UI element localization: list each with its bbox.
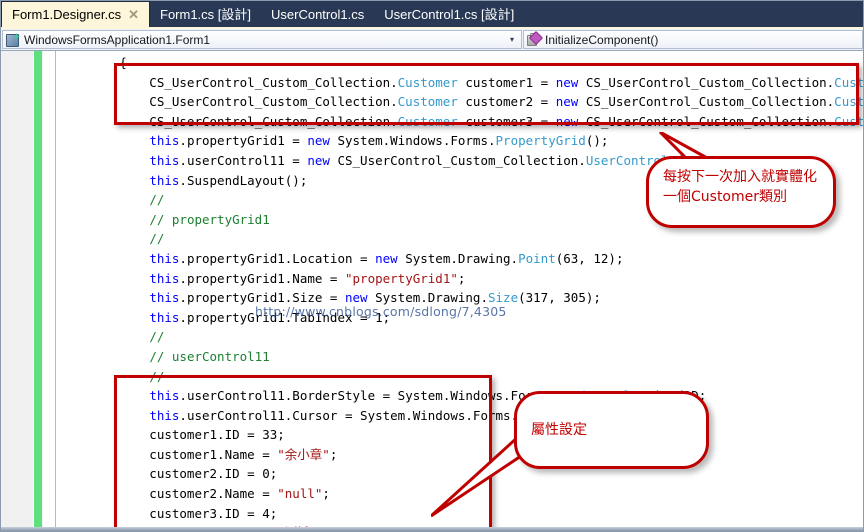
source-code-text[interactable]: { CS_UserControl_Custom_Collection.Custo… <box>59 53 863 531</box>
code-navigation-bar: WindowsFormsApplication1.Form1 ▾ Initial… <box>1 29 863 51</box>
code-line: CS_UserControl_Custom_Collection.Custome… <box>59 94 863 110</box>
editor-tab-strip: Form1.Designer.cs ✕ Form1.cs [設計] UserCo… <box>1 1 863 27</box>
code-line: this.propertyGrid1.TabIndex = 1; <box>149 309 391 325</box>
tab-label: Form1.Designer.cs <box>12 6 122 22</box>
editor-gutter <box>1 51 33 531</box>
code-line: customer3.ID = 4; <box>59 505 278 521</box>
method-icon <box>526 30 544 47</box>
code-line: // <box>149 329 165 345</box>
visual-studio-code-editor-window: Form1.Designer.cs ✕ Form1.cs [設計] UserCo… <box>0 0 864 532</box>
callout-text: 每按下一次加入就實體化一個Customer類別 <box>663 169 817 205</box>
class-selector-value: WindowsFormsApplication1.Form1 <box>24 32 211 47</box>
code-line: CS_UserControl_Custom_Collection.Custome… <box>59 113 863 129</box>
unsaved-changes-bar <box>34 51 42 531</box>
callout-text: 屬性設定 <box>531 422 587 438</box>
member-selector-dropdown[interactable]: InitializeComponent() <box>523 30 863 49</box>
tab-label: UserControl1.cs [設計] <box>384 7 515 22</box>
code-line: this.userControl11.Cursor = System.Windo… <box>149 407 601 423</box>
code-line: // <box>149 368 165 384</box>
class-icon <box>5 32 20 47</box>
gutter-separator-line <box>55 51 56 531</box>
callout-property-settings: 屬性設定 <box>514 391 709 469</box>
code-line: customer2.ID = 0; <box>59 466 278 482</box>
tab-form1-designer-cs[interactable]: Form1.Designer.cs ✕ <box>1 1 150 27</box>
callout-instantiation: 每按下一次加入就實體化一個Customer類別 <box>646 156 836 228</box>
code-line: this.userControl11.BorderStyle = System.… <box>149 388 706 404</box>
tab-label: Form1.cs [設計] <box>160 7 252 22</box>
fold-margin-line <box>42 51 43 531</box>
code-line: // <box>149 231 165 247</box>
tab-usercontrol1-cs[interactable]: UserControl1.cs <box>261 3 374 27</box>
close-icon[interactable]: ✕ <box>128 8 139 21</box>
code-line: customer1.Name = "余小章"; <box>59 446 338 462</box>
code-line: this.propertyGrid1.Name = "propertyGrid1… <box>149 270 466 286</box>
tab-usercontrol1-cs-design[interactable]: UserControl1.cs [設計] <box>374 3 524 27</box>
code-line: this.propertyGrid1 = new System.Windows.… <box>149 133 609 149</box>
code-editor-surface[interactable]: { CS_UserControl_Custom_Collection.Custo… <box>1 51 863 531</box>
code-line: { <box>59 55 127 70</box>
code-line: customer1.ID = 33; <box>59 427 285 443</box>
code-line: this.propertyGrid1.Size = new System.Dra… <box>149 290 601 306</box>
class-selector-dropdown[interactable]: WindowsFormsApplication1.Form1 ▾ <box>2 30 522 49</box>
tab-label: UserControl1.cs <box>271 7 365 22</box>
code-line: CS_UserControl_Custom_Collection.Custome… <box>59 74 863 90</box>
member-selector-value: InitializeComponent() <box>545 32 659 47</box>
code-line: this.propertyGrid1.Location = new System… <box>149 250 624 266</box>
window-bottom-edge <box>1 527 863 531</box>
code-line: // userControl11 <box>149 348 270 364</box>
code-line: customer2.Name = "null"; <box>59 486 330 502</box>
chevron-down-icon[interactable]: ▾ <box>505 31 519 48</box>
tab-form1-cs-design[interactable]: Form1.cs [設計] <box>150 3 261 27</box>
